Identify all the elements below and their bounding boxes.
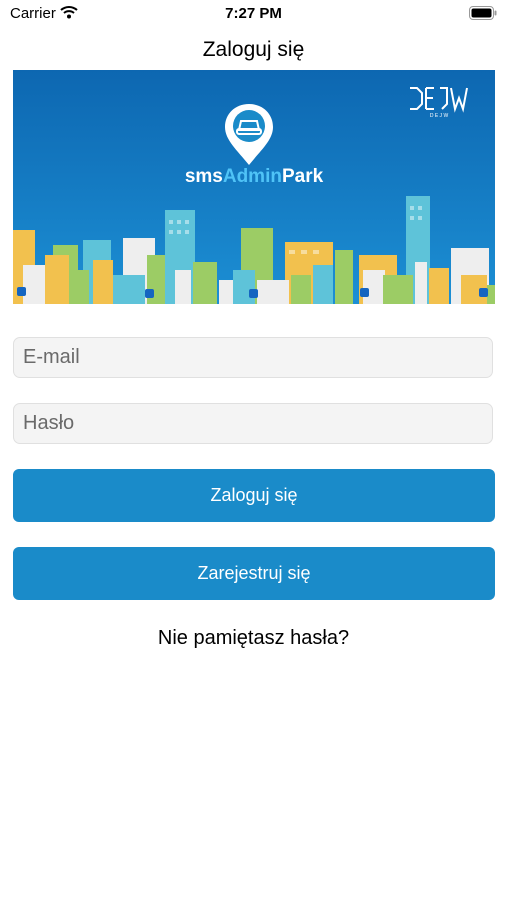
- app-name-prefix: sms: [185, 166, 223, 187]
- register-button[interactable]: Zarejestruj się: [13, 547, 495, 600]
- app-name: smsAdminPark: [185, 166, 324, 187]
- forgot-password-link[interactable]: Nie pamiętasz hasła?: [0, 627, 507, 650]
- page-title: Zaloguj się: [202, 38, 305, 61]
- password-field[interactable]: [13, 403, 493, 444]
- login-button[interactable]: Zaloguj się: [13, 469, 495, 522]
- app-name-highlight: Admin: [223, 166, 282, 187]
- dejw-letters: D E J W: [430, 113, 449, 119]
- email-field[interactable]: [13, 337, 493, 378]
- status-bar: Carrier 7:27 PM: [0, 0, 507, 28]
- battery-icon: [469, 6, 497, 25]
- app-banner: D E J W smsAdminPark: [13, 70, 495, 304]
- clock: 7:27 PM: [225, 5, 282, 22]
- app-name-suffix: Park: [282, 166, 324, 187]
